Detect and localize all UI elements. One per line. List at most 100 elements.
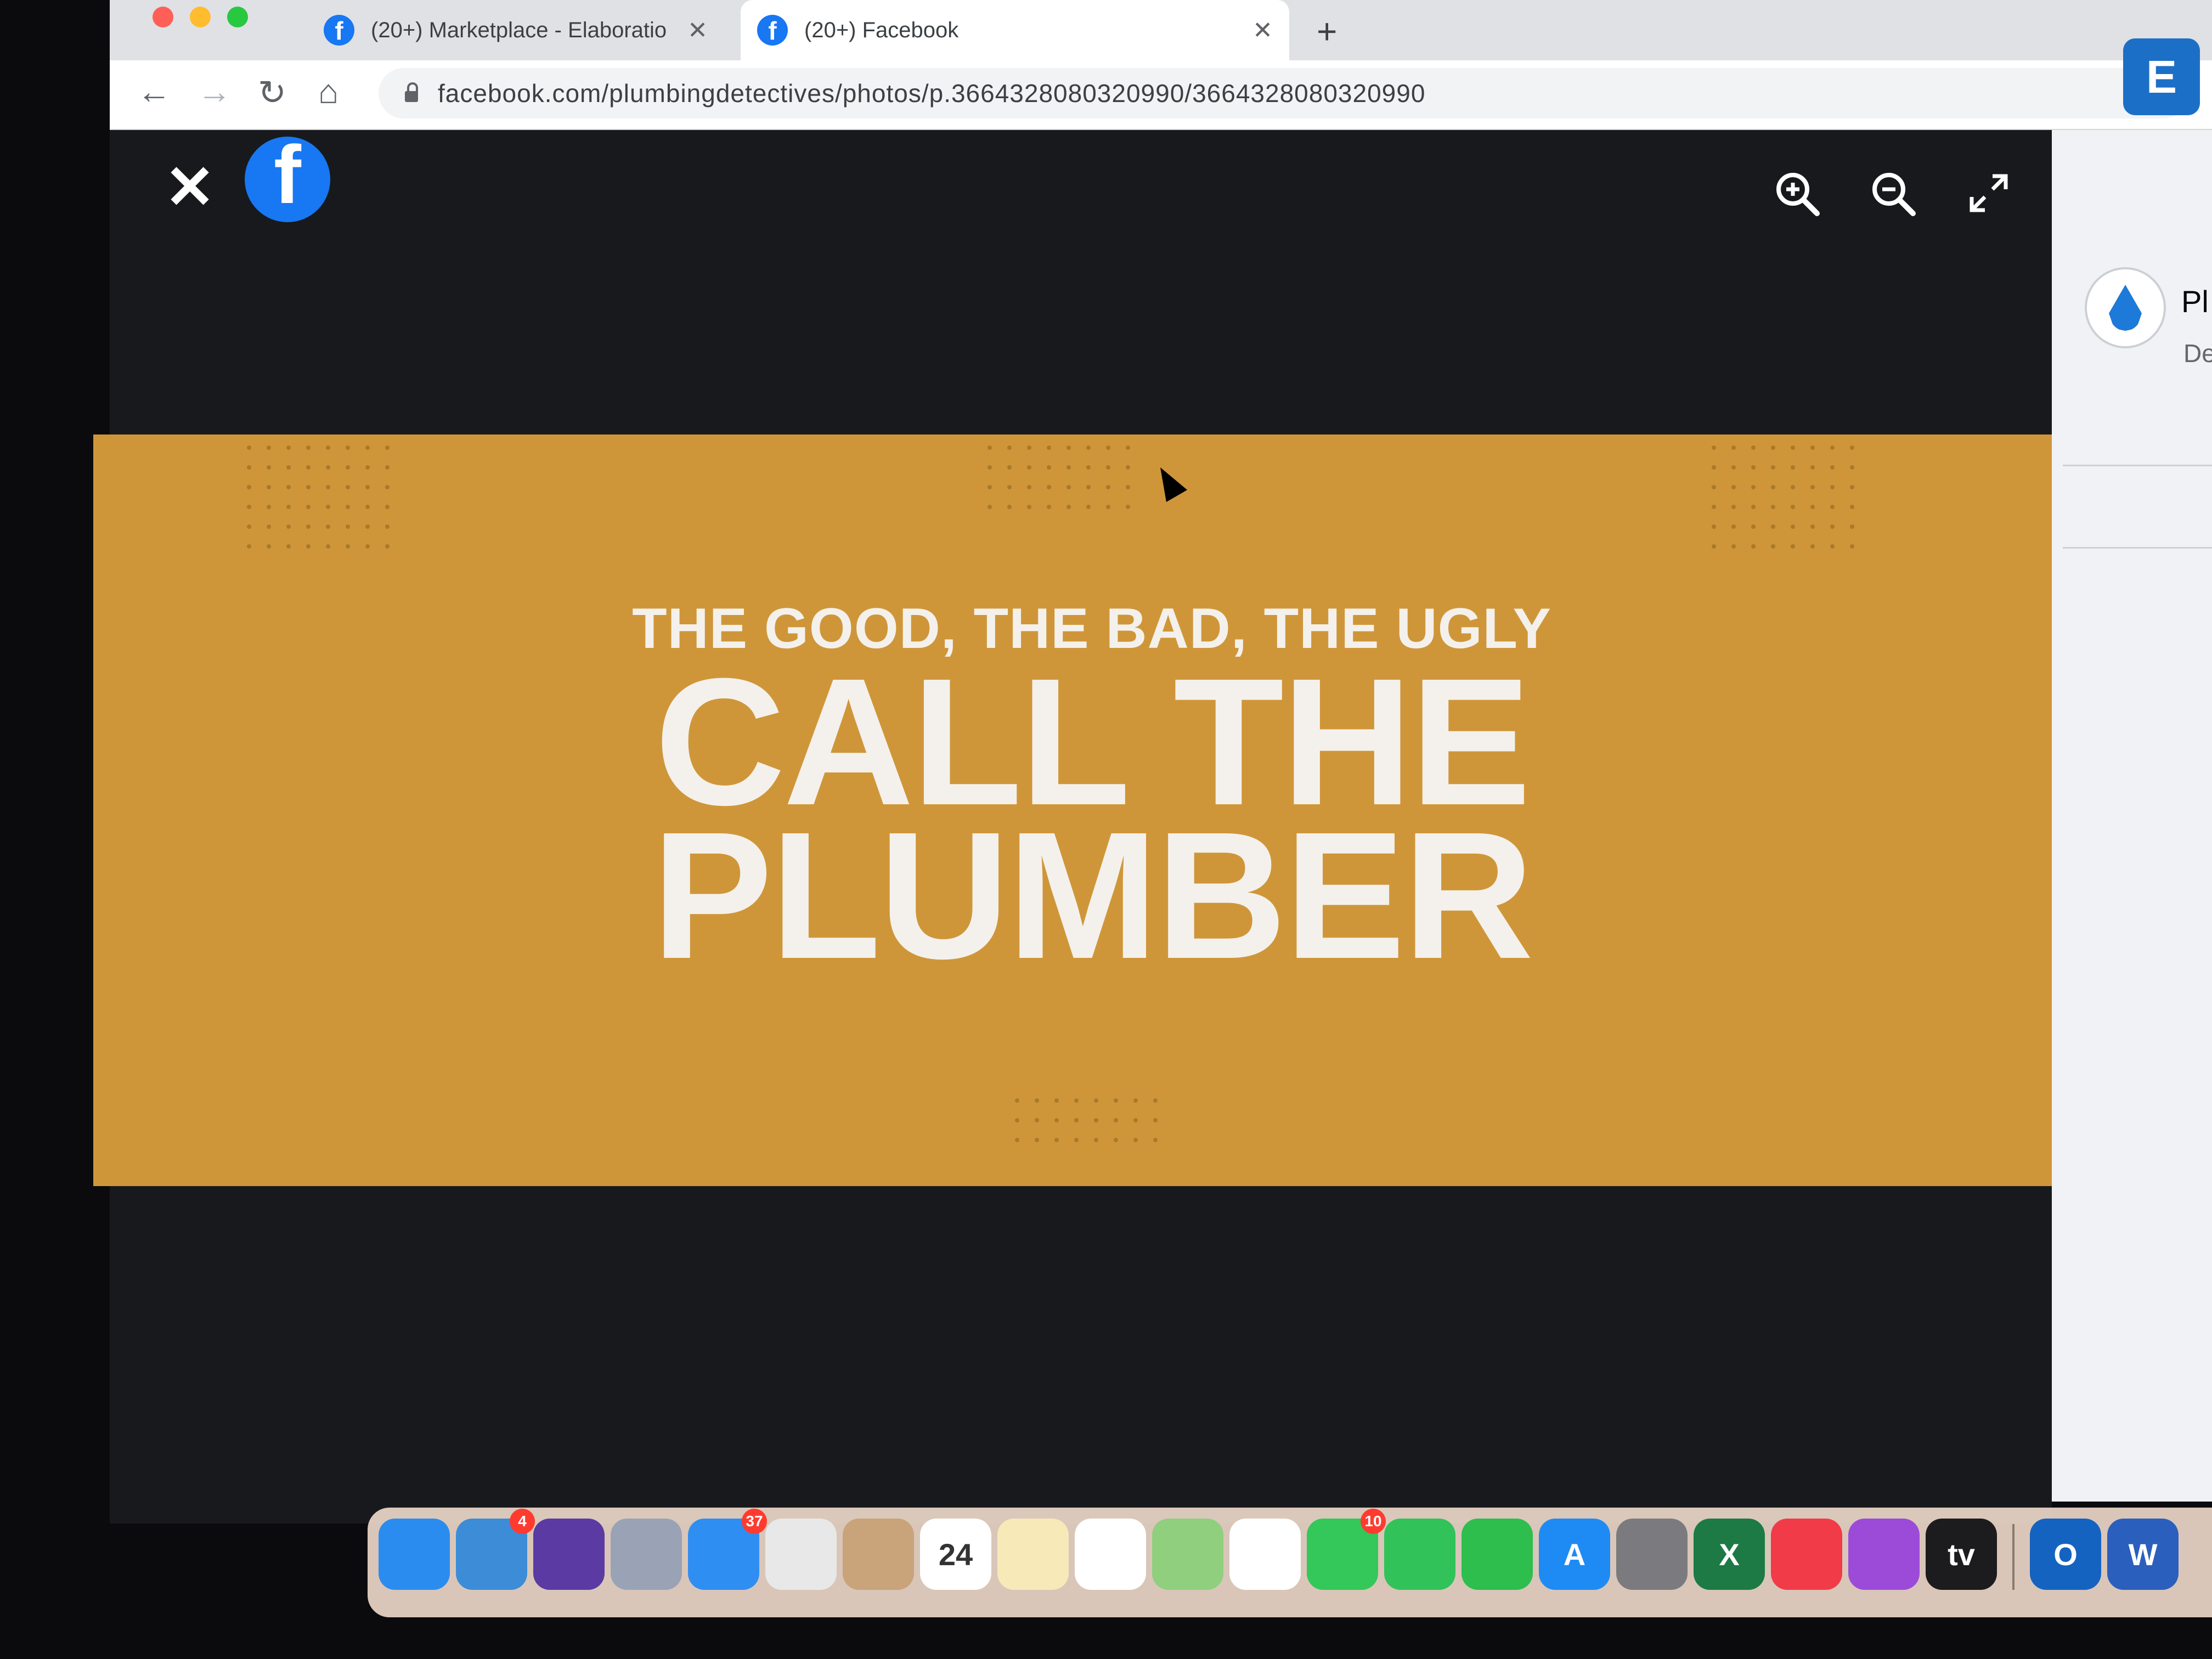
- tab-facebook[interactable]: f (20+) Facebook ✕: [741, 0, 1289, 60]
- tab-marketplace[interactable]: f (20+) Marketplace - Elaboratio ✕: [307, 0, 724, 60]
- new-tab-button[interactable]: +: [1317, 11, 1337, 52]
- home-icon[interactable]: ⌂: [318, 72, 338, 111]
- dot-pattern: [1712, 445, 1870, 564]
- address-bar[interactable]: facebook.com/plumbingdetectives/photos/p…: [379, 68, 2189, 119]
- dot: [1047, 485, 1051, 489]
- dot: [988, 485, 992, 489]
- dot: [247, 524, 251, 529]
- dot: [1054, 1098, 1059, 1103]
- dot: [1791, 544, 1795, 549]
- dock-apple-tv-icon[interactable]: tv: [1926, 1519, 1997, 1590]
- dock-finder-icon[interactable]: [379, 1519, 450, 1590]
- dot: [346, 524, 350, 529]
- dot: [247, 485, 251, 489]
- dot: [1850, 544, 1854, 549]
- back-icon[interactable]: ←: [137, 72, 171, 111]
- zoom-in-icon[interactable]: [1772, 168, 1821, 218]
- dock-icon-label: W: [2128, 1537, 2158, 1572]
- dot: [326, 465, 330, 470]
- dot-pattern: [247, 445, 405, 564]
- dot: [1015, 1098, 1019, 1103]
- close-viewer-button[interactable]: ✕: [165, 152, 215, 222]
- dot: [1106, 505, 1110, 509]
- url-text[interactable]: facebook.com/plumbingdetectives/photos/p…: [438, 78, 1425, 108]
- dock-icon-label: 24: [938, 1537, 973, 1572]
- facebook-logo-icon[interactable]: f: [245, 137, 330, 222]
- dock-facetime-icon[interactable]: [1384, 1519, 1455, 1590]
- exchange-extension-icon[interactable]: E: [2123, 38, 2200, 115]
- dot: [1830, 465, 1835, 470]
- dock-chrome-icon[interactable]: [765, 1519, 837, 1590]
- dot: [1830, 485, 1835, 489]
- dock-word-icon[interactable]: W: [2107, 1519, 2179, 1590]
- dot: [1751, 524, 1756, 529]
- dot: [1007, 485, 1012, 489]
- dock-outlook-icon[interactable]: O: [2030, 1519, 2101, 1590]
- close-tab-icon[interactable]: ✕: [1252, 16, 1273, 44]
- dock-siri-icon[interactable]: [533, 1519, 605, 1590]
- dock-safari-icon[interactable]: 4: [456, 1509, 535, 1590]
- dock-news-icon[interactable]: [1771, 1519, 1842, 1590]
- page-avatar[interactable]: [2085, 267, 2166, 348]
- dot: [346, 505, 350, 509]
- dot: [1810, 445, 1815, 450]
- dot: [247, 465, 251, 470]
- dock-launchpad-icon[interactable]: [611, 1519, 682, 1590]
- dock-excel-icon[interactable]: X: [1694, 1519, 1765, 1590]
- dot: [1074, 1138, 1079, 1142]
- dock-system-preferences-icon[interactable]: [1616, 1519, 1688, 1590]
- zoom-out-icon[interactable]: [1868, 168, 1917, 218]
- dot: [1133, 1138, 1138, 1142]
- lock-icon[interactable]: [405, 82, 418, 102]
- page-name[interactable]: Pl: [2181, 284, 2209, 319]
- dot: [1791, 445, 1795, 450]
- dock-reminders-icon[interactable]: [1075, 1519, 1146, 1590]
- close-tab-icon[interactable]: ✕: [687, 16, 708, 44]
- dot: [1771, 445, 1775, 450]
- dock-notes-icon[interactable]: [997, 1519, 1069, 1590]
- dot: [1086, 505, 1091, 509]
- dot: [1731, 465, 1736, 470]
- dock-maps-icon[interactable]: [1152, 1519, 1223, 1590]
- dot: [267, 524, 271, 529]
- dock-messages-icon[interactable]: 10: [1307, 1509, 1386, 1590]
- dot: [1731, 505, 1736, 509]
- dock-mail-icon[interactable]: 37: [688, 1509, 767, 1590]
- dock-contacts-icon[interactable]: [843, 1519, 914, 1590]
- dot: [1126, 465, 1130, 470]
- dot: [326, 524, 330, 529]
- dock-numbers-icon[interactable]: [1462, 1519, 1533, 1590]
- close-window-button[interactable]: [153, 7, 173, 27]
- reload-icon[interactable]: ↻: [258, 72, 286, 112]
- dot: [1086, 465, 1091, 470]
- dock-icon-label: tv: [1948, 1537, 1975, 1572]
- dock-podcasts-icon[interactable]: [1848, 1519, 1920, 1590]
- dot: [1810, 505, 1815, 509]
- dot: [1114, 1138, 1118, 1142]
- dot: [1027, 485, 1031, 489]
- dot: [1015, 1138, 1019, 1142]
- dot: [1047, 445, 1051, 450]
- minimize-window-button[interactable]: [190, 7, 211, 27]
- dot: [385, 544, 390, 549]
- dot: [1731, 524, 1736, 529]
- dot: [1791, 485, 1795, 489]
- dock-photos-icon[interactable]: [1229, 1519, 1301, 1590]
- fullscreen-icon[interactable]: [1964, 168, 2013, 218]
- dot: [267, 465, 271, 470]
- dot: [1035, 1098, 1039, 1103]
- dock-calendar-icon[interactable]: 24: [920, 1519, 991, 1590]
- dot: [1153, 1118, 1158, 1122]
- dot: [1086, 485, 1091, 489]
- dot: [1133, 1118, 1138, 1122]
- dot: [988, 465, 992, 470]
- forward-icon[interactable]: →: [198, 72, 232, 111]
- dot: [286, 465, 291, 470]
- dot: [1771, 544, 1775, 549]
- dot: [365, 465, 370, 470]
- dot: [988, 505, 992, 509]
- facebook-favicon-icon: f: [324, 15, 354, 46]
- zoom-window-button[interactable]: [227, 7, 248, 27]
- dock-app-store-icon[interactable]: A: [1539, 1519, 1610, 1590]
- dot: [1830, 505, 1835, 509]
